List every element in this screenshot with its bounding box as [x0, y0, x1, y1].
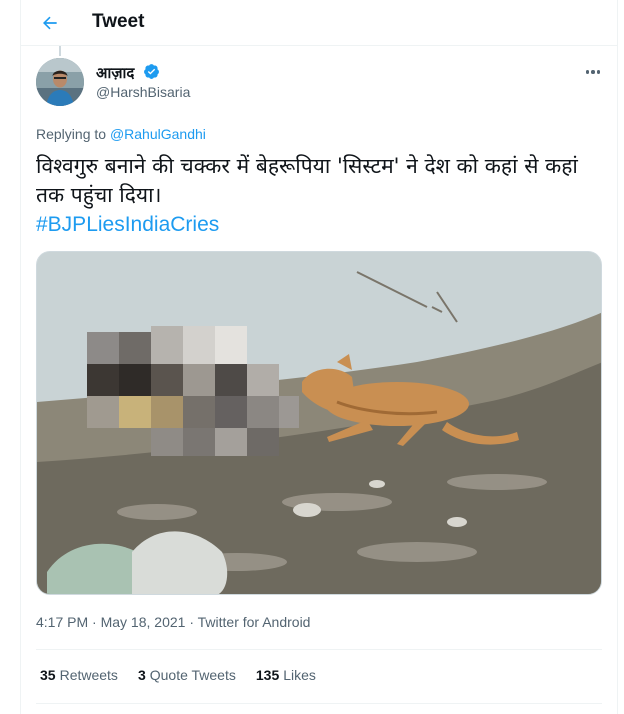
dot-icon — [585, 70, 590, 74]
quotes-count: 3 — [137, 667, 146, 683]
retweets-count: 35 — [40, 667, 56, 683]
tweet-source: Twitter for Android — [197, 614, 311, 630]
page-header: Tweet — [20, 0, 618, 46]
tweet-photo — [37, 252, 601, 594]
dot-icon — [591, 70, 595, 74]
meta-separator: · — [185, 614, 198, 630]
tweet-time[interactable]: 4:17 PM — [36, 614, 88, 630]
more-options-button[interactable] — [580, 62, 606, 82]
quotes-label: Quote Tweets — [149, 667, 236, 683]
back-button[interactable] — [32, 5, 68, 41]
author-name[interactable]: आज़ाद — [96, 63, 134, 83]
divider — [36, 703, 602, 704]
hashtag-link[interactable]: #BJPLiesIndiaCries — [36, 213, 219, 237]
engagement-stats: 35 Retweets 3 Quote Tweets 135 Likes — [40, 667, 316, 683]
replying-handle-link[interactable]: @RahulGandhi — [110, 126, 206, 142]
replying-prefix: Replying to — [36, 126, 110, 142]
dot-icon — [596, 70, 601, 74]
retweets-stat[interactable]: 35 Retweets — [40, 667, 118, 683]
tweet-meta: 4:17 PM · May 18, 2021 · Twitter for And… — [36, 614, 310, 630]
tweet-text: विश्वगुरु बनाने की चक्कर में बेहरूपिया '… — [36, 154, 578, 207]
likes-label: Likes — [283, 667, 316, 683]
replying-to: Replying to @RahulGandhi — [36, 126, 206, 142]
quote-tweets-stat[interactable]: 3 Quote Tweets — [138, 667, 236, 683]
author-handle[interactable]: @HarshBisaria — [96, 84, 190, 100]
tweet-media[interactable] — [36, 251, 602, 595]
avatar[interactable] — [36, 58, 84, 106]
likes-count: 135 — [255, 667, 280, 683]
arrow-left-icon — [43, 16, 57, 30]
tweet-date[interactable]: May 18, 2021 — [101, 614, 186, 630]
meta-separator: · — [88, 614, 101, 630]
avatar-image — [36, 58, 84, 106]
likes-stat[interactable]: 135 Likes — [256, 667, 316, 683]
page-title: Tweet — [92, 11, 145, 32]
verified-badge-icon — [144, 64, 159, 79]
retweets-label: Retweets — [59, 667, 118, 683]
thread-connector — [59, 46, 61, 56]
divider — [36, 649, 602, 650]
